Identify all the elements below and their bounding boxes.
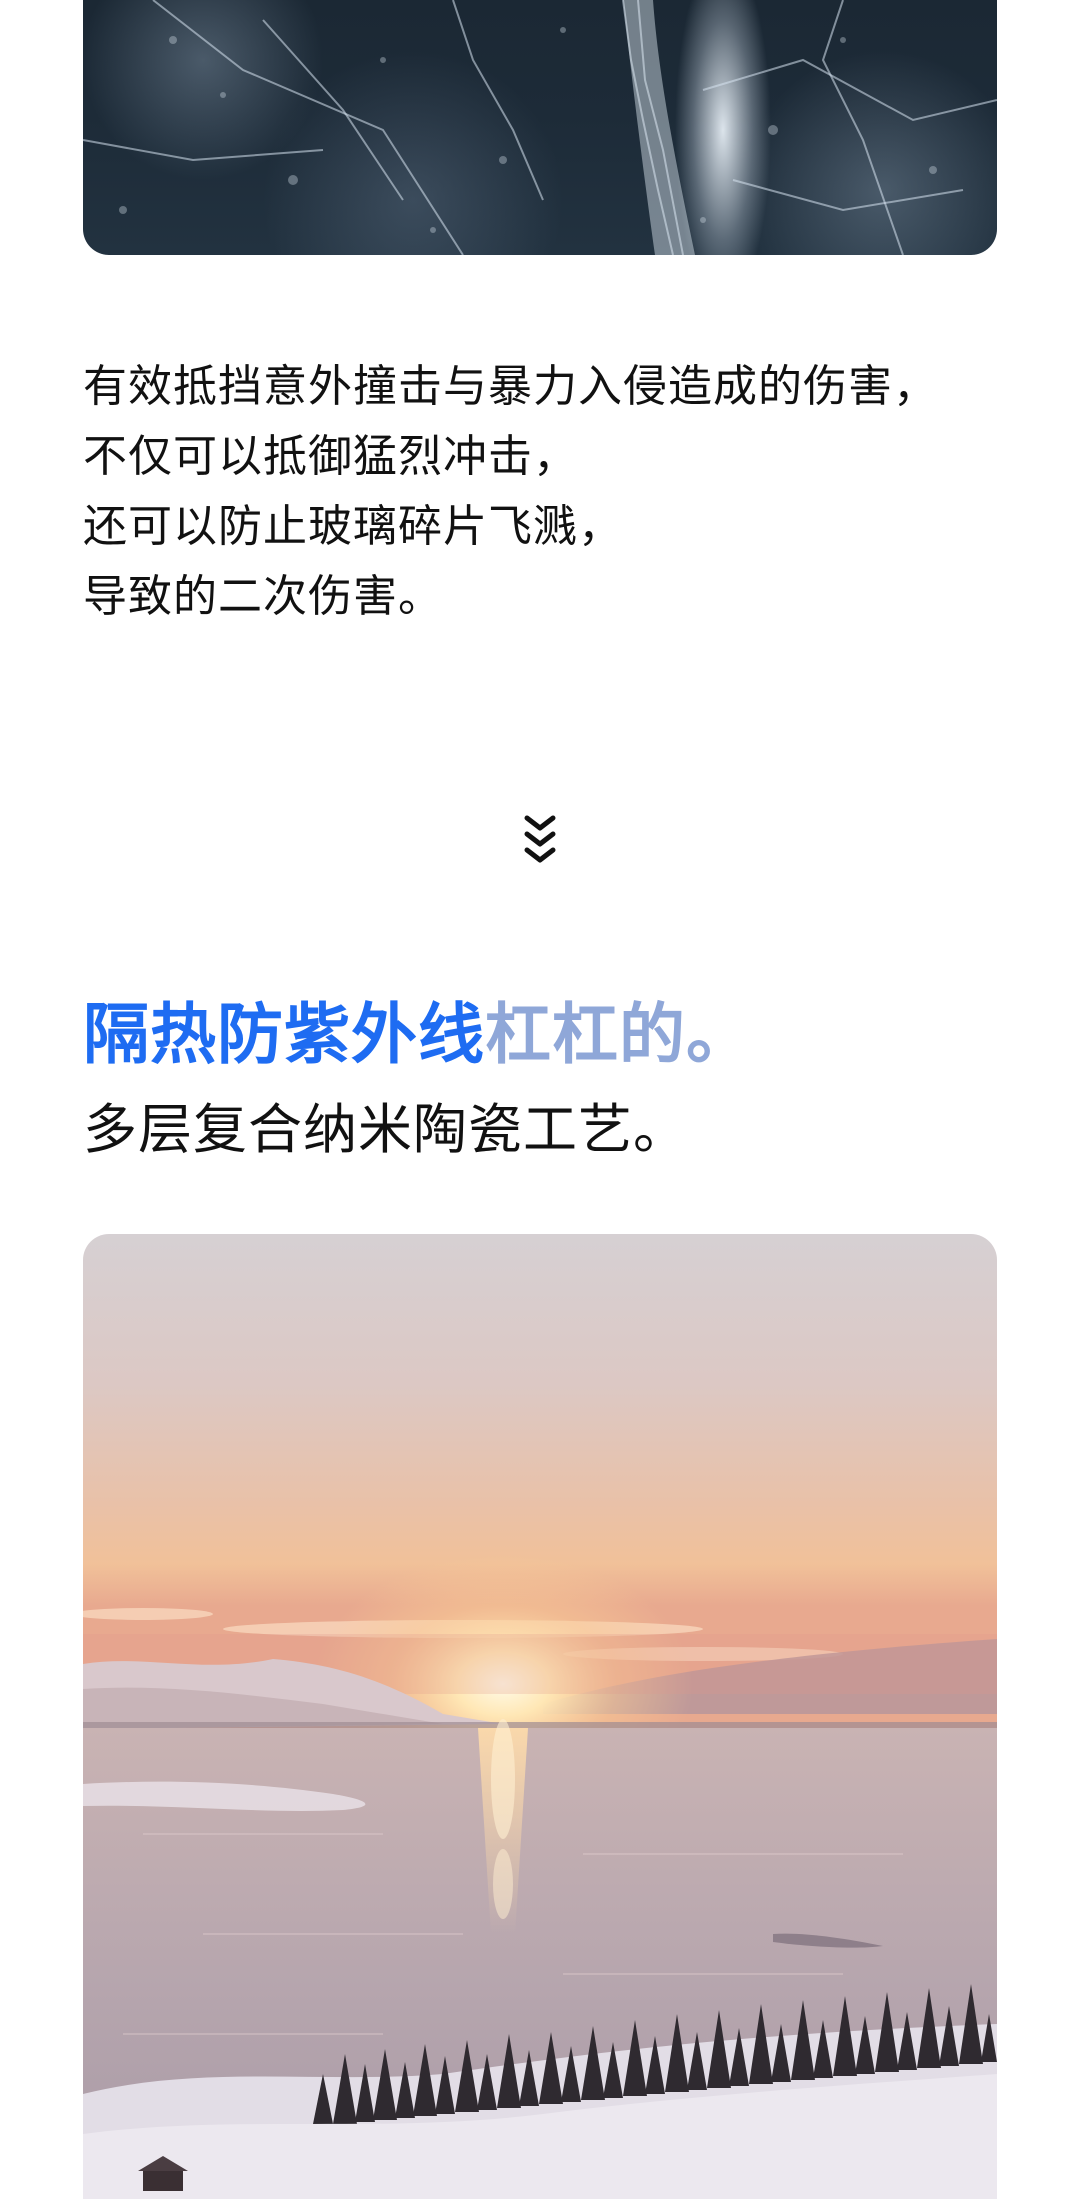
description-text: 有效抵挡意外撞击与暴力入侵造成的伤害， 不仅可以抵御猛烈冲击， 还可以防止玻璃碎… [83, 352, 1003, 632]
headline-suffix: 杠杠的。 [485, 996, 753, 1073]
page: 有效抵挡意外撞击与暴力入侵造成的伤害， 不仅可以抵御猛烈冲击， 还可以防止玻璃碎… [0, 0, 1080, 2199]
double-chevron-down-icon [524, 815, 556, 863]
sunset-scene-graphic [83, 1234, 997, 2199]
feature-subheadline: 多层复合纳米陶瓷工艺。 [83, 1098, 688, 1161]
description-line: 还可以防止玻璃碎片飞溅， [83, 501, 623, 552]
description-line: 不仅可以抵御猛烈冲击， [83, 431, 578, 482]
feature-headline: 隔热防紫外线杠杠的。 [83, 990, 753, 1080]
headline-highlight: 隔热防紫外线 [83, 996, 485, 1073]
description-line: 导致的二次伤害。 [83, 571, 443, 622]
lake-sunset-image [83, 1234, 997, 2199]
ice-cracks-graphic [83, 0, 997, 255]
description-line: 有效抵挡意外撞击与暴力入侵造成的伤害， [83, 361, 938, 412]
cracked-ice-image [83, 0, 997, 255]
